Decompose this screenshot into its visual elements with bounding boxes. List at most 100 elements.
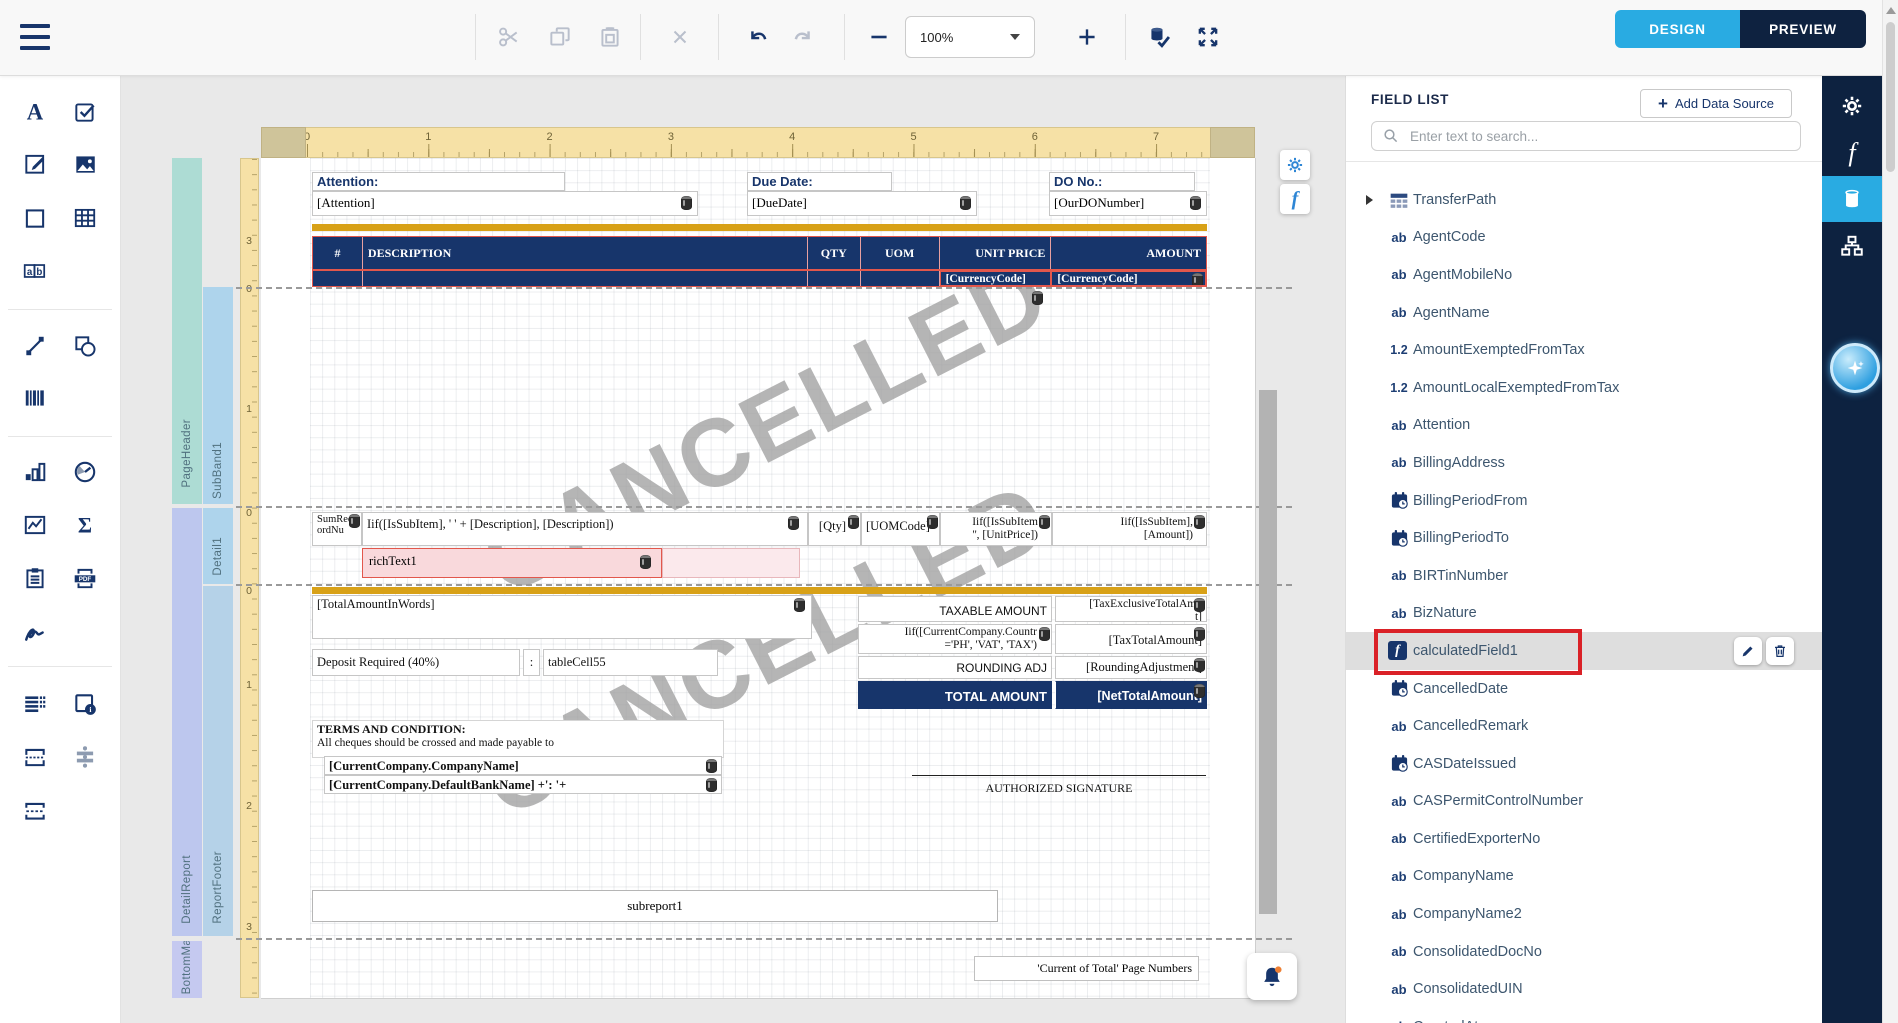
sparkline-tool[interactable] bbox=[21, 511, 49, 539]
field-list-item[interactable]: ab 1.2 f AgentMobileNo bbox=[1346, 256, 1823, 294]
deposit-separator-cell[interactable]: : bbox=[523, 649, 540, 676]
field-list-item[interactable]: ab 1.2 f CancelledDate bbox=[1346, 670, 1823, 708]
rounding-label[interactable]: ROUNDING ADJ bbox=[858, 656, 1052, 679]
field-list-item[interactable]: ab 1.2 f CancelledRemark bbox=[1346, 707, 1823, 745]
field-list-item[interactable]: ab 1.2 f CertifiedExporterNo bbox=[1346, 820, 1823, 858]
deposit-value-cell[interactable]: tableCell55 bbox=[543, 649, 718, 676]
picture-tool[interactable] bbox=[71, 150, 99, 178]
page-numbers-control[interactable]: 'Current of Total' Page Numbers bbox=[974, 956, 1199, 981]
rail-settings-tab[interactable] bbox=[1822, 83, 1882, 129]
subreport-control[interactable]: subreport1 bbox=[312, 890, 998, 922]
band-separator[interactable] bbox=[236, 287, 1292, 289]
field-list-item[interactable]: ab 1.2 f Attention bbox=[1346, 407, 1823, 445]
page-scrollbar[interactable] bbox=[1882, 0, 1898, 1023]
panel-tool[interactable] bbox=[21, 204, 49, 232]
tax-label[interactable]: Iif([CurrentCompany.Countr ='PH', 'VAT',… bbox=[858, 624, 1052, 654]
field-list-item[interactable]: ab 1.2 f AgentCode bbox=[1346, 219, 1823, 257]
field-list-item[interactable]: ab 1.2 f AgentName bbox=[1346, 294, 1823, 332]
field-list-item[interactable]: ab 1.2 f BIRTinNumber bbox=[1346, 557, 1823, 595]
col-number[interactable]: # bbox=[313, 237, 363, 269]
rail-expressions-tab[interactable]: f bbox=[1822, 130, 1882, 176]
detail-uom-cell[interactable]: [UOMCode] bbox=[861, 512, 940, 546]
header-gold-bar[interactable] bbox=[312, 224, 1207, 231]
band-separator[interactable] bbox=[236, 584, 1292, 586]
field-list-item[interactable]: ab 1.2 f CompanyName2 bbox=[1346, 895, 1823, 933]
scroll-up-arrow-icon[interactable] bbox=[1886, 7, 1896, 14]
currency-unit-price-cell[interactable]: [CurrencyCode] bbox=[939, 271, 1052, 286]
canvas-scrollbar-thumb[interactable] bbox=[1259, 390, 1277, 914]
cut-button[interactable] bbox=[491, 20, 525, 54]
terms-block[interactable]: TERMS AND CONDITION: All cheques should … bbox=[312, 720, 724, 758]
footer-gold-bar[interactable] bbox=[312, 587, 1207, 594]
taxable-amount-value[interactable]: [TaxExclusiveTotalAmo t] bbox=[1055, 596, 1207, 622]
detail-description-cell[interactable]: Iif([IsSubItem], ' ' + [Description], [D… bbox=[362, 512, 808, 546]
items-table-currency-row[interactable]: [CurrencyCode] [CurrencyCode] bbox=[312, 270, 1207, 287]
col-uom[interactable]: UOM bbox=[861, 237, 940, 269]
company-name-field[interactable]: [CurrentCompany.CompanyName] bbox=[324, 756, 722, 775]
col-unit-price[interactable]: UNIT PRICE bbox=[940, 237, 1052, 269]
col-description[interactable]: DESCRIPTION bbox=[363, 237, 808, 269]
report-page[interactable]: CANCELLED CANCELLED Attention: [Attentio… bbox=[261, 158, 1256, 999]
due-date-label-field[interactable]: Due Date: bbox=[747, 172, 892, 191]
total-amount-label[interactable]: TOTAL AMOUNT bbox=[858, 681, 1052, 709]
rich-text-control[interactable]: richText1 bbox=[362, 548, 662, 578]
detail-record-cell[interactable]: SumRecordNu bbox=[312, 512, 362, 546]
band-tab-subband1[interactable]: SubBand1 bbox=[203, 287, 233, 504]
table-tool[interactable] bbox=[71, 204, 99, 232]
band-separator[interactable] bbox=[236, 506, 1292, 508]
field-list-item[interactable]: ab 1.2 f BillingPeriodTo bbox=[1346, 519, 1823, 557]
barcode-tool[interactable] bbox=[21, 384, 49, 412]
attention-label-field[interactable]: Attention: bbox=[312, 172, 565, 191]
line-tool[interactable] bbox=[21, 332, 49, 360]
design-tab[interactable]: DESIGN bbox=[1615, 10, 1740, 48]
notifications-button[interactable] bbox=[1247, 953, 1297, 1000]
do-no-value-field[interactable]: [OurDONumber] bbox=[1049, 191, 1207, 216]
deposit-label-cell[interactable]: Deposit Required (40%) bbox=[312, 649, 520, 676]
page-scrollbar-thumb[interactable] bbox=[1886, 22, 1895, 172]
sub-bands-tool[interactable] bbox=[21, 797, 49, 825]
items-table-header[interactable]: # DESCRIPTION QTY UOM UNIT PRICE AMOUNT bbox=[312, 236, 1207, 270]
attention-value-field[interactable]: [Attention] bbox=[312, 191, 698, 216]
field-list-item[interactable]: ab 1.2 f calculatedField1 bbox=[1346, 629, 1823, 676]
zoom-out-button[interactable] bbox=[862, 20, 896, 54]
expression-button[interactable]: f bbox=[1280, 184, 1310, 214]
redo-button[interactable] bbox=[786, 20, 820, 54]
rail-field-list-tab[interactable] bbox=[1822, 176, 1882, 222]
add-data-source-button[interactable]: + Add Data Source bbox=[1640, 89, 1792, 118]
zoom-in-button[interactable] bbox=[1070, 20, 1104, 54]
table-of-contents-tool[interactable] bbox=[21, 690, 49, 718]
field-list-item[interactable]: ab 1.2 f CreatedAt bbox=[1346, 1008, 1823, 1023]
field-list-item[interactable]: ab 1.2 f CASPermitControlNumber bbox=[1346, 783, 1823, 821]
band-tab-pageheader[interactable]: PageHeader bbox=[172, 158, 202, 504]
edit-field-button[interactable] bbox=[1734, 636, 1762, 665]
ai-assistant-button[interactable] bbox=[1830, 343, 1880, 393]
band-separator[interactable] bbox=[236, 938, 1292, 940]
field-list-item[interactable]: ab 1.2 f TransferPath bbox=[1346, 181, 1823, 219]
pdf-content-tool[interactable]: PDF bbox=[71, 564, 99, 592]
currency-amount-cell[interactable]: [CurrencyCode] bbox=[1051, 271, 1206, 286]
detail-amount-cell[interactable]: Iif([IsSubItem], [Amount]) bbox=[1052, 512, 1207, 546]
tax-value[interactable]: [TaxTotalAmount] bbox=[1055, 624, 1207, 654]
band-tab-bottommargin[interactable]: BottomMargin bbox=[172, 941, 202, 998]
page-info-tool[interactable]: i bbox=[71, 690, 99, 718]
field-list-item[interactable]: ab 1.2 f AmountExemptedFromTax bbox=[1346, 331, 1823, 369]
field-list-item[interactable]: ab 1.2 f ConsolidatedDocNo bbox=[1346, 933, 1823, 971]
field-list-item[interactable]: ab 1.2 f BillingAddress bbox=[1346, 444, 1823, 482]
band-tab-detailreport[interactable]: DetailReport bbox=[172, 508, 202, 936]
character-comb-tool[interactable]: ab bbox=[21, 257, 49, 285]
delete-button[interactable] bbox=[663, 20, 697, 54]
total-amount-value[interactable]: [NetTotalAmount] bbox=[1055, 681, 1207, 709]
chart-tool[interactable] bbox=[21, 458, 49, 486]
do-no-label-field[interactable]: DO No.: bbox=[1049, 172, 1195, 191]
signature-block[interactable]: AUTHORIZED SIGNATURE bbox=[912, 775, 1206, 796]
page-settings-button[interactable] bbox=[1280, 150, 1310, 180]
bank-name-field[interactable]: [CurrentCompany.DefaultBankName] +': '+ bbox=[324, 775, 722, 794]
zoom-level-select[interactable]: 100% bbox=[905, 16, 1035, 58]
rail-report-structure-tab[interactable] bbox=[1822, 223, 1882, 269]
total-in-words-field[interactable]: [TotalAmountInWords] bbox=[312, 595, 812, 639]
page-break-tool[interactable] bbox=[21, 743, 49, 771]
paste-button[interactable] bbox=[593, 20, 627, 54]
field-list-item[interactable]: ab 1.2 f ConsolidatedUIN bbox=[1346, 970, 1823, 1008]
summary-tool[interactable]: Σ bbox=[71, 511, 99, 539]
shape-tool[interactable] bbox=[71, 332, 99, 360]
